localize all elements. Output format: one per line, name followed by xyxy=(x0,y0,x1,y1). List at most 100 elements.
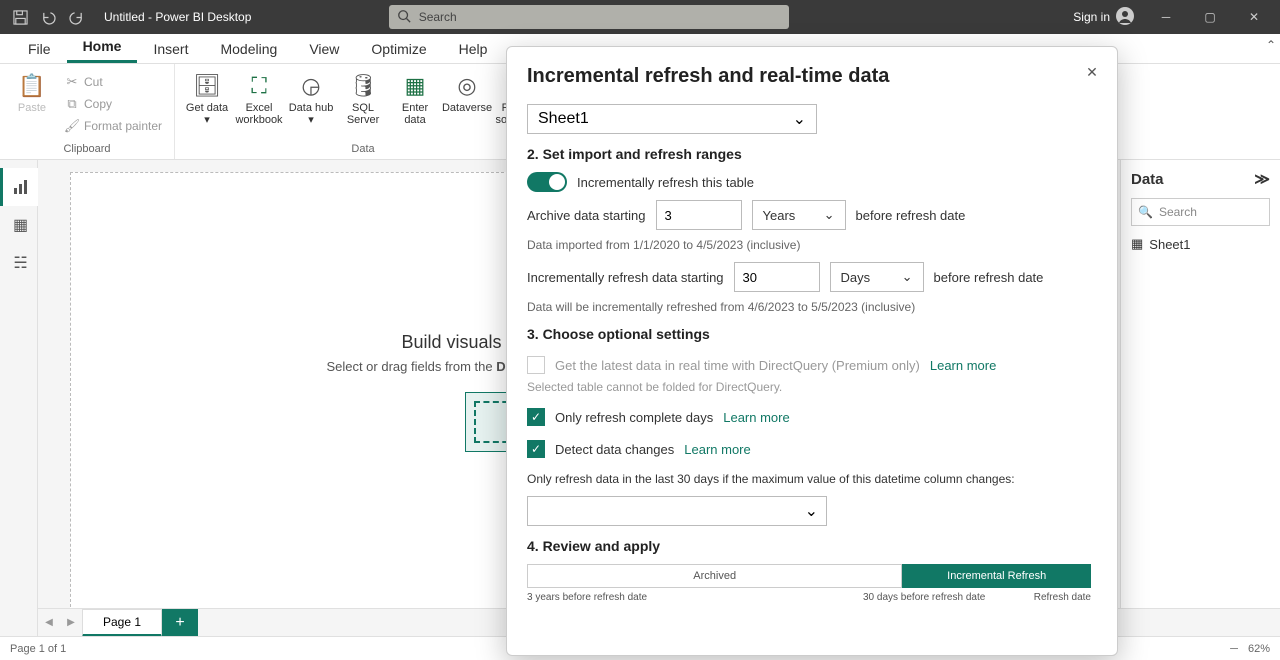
report-view-button[interactable] xyxy=(0,168,38,206)
incr-label-pre: Incrementally refresh data starting xyxy=(527,270,724,285)
copy-label: Copy xyxy=(84,97,112,111)
tab-optimize[interactable]: Optimize xyxy=(355,35,442,63)
data-hub-label: Data hub ▾ xyxy=(287,102,335,126)
timeline-label-refresh: Refresh date xyxy=(1031,592,1091,604)
clipboard-group-label: Clipboard xyxy=(63,143,110,157)
table-label: Sheet1 xyxy=(1149,237,1190,252)
incremental-refresh-dialog: ✕ Incremental refresh and real-time data… xyxy=(506,46,1118,656)
toggle-label: Incrementally refresh this table xyxy=(577,175,754,190)
get-data-button[interactable]: 🗄Get data ▾ xyxy=(183,68,231,126)
dq-disabled-note: Selected table cannot be folded for Dire… xyxy=(527,380,1091,394)
view-bar: ▦ ☵ xyxy=(0,160,38,636)
chevron-down-icon: ⌄ xyxy=(902,269,913,285)
tab-help[interactable]: Help xyxy=(443,35,504,63)
excel-label: Excel workbook xyxy=(235,102,283,126)
incr-hint: Data will be incrementally refreshed fro… xyxy=(527,300,1091,314)
incr-number-input[interactable] xyxy=(734,262,820,292)
datetime-column-select[interactable]: ⌄ xyxy=(527,496,827,526)
learn-more-detect[interactable]: Learn more xyxy=(684,442,750,457)
signin-button[interactable]: Sign in xyxy=(1063,7,1144,28)
cut-label: Cut xyxy=(84,75,103,89)
fields-search[interactable]: 🔍 Search xyxy=(1131,198,1270,226)
tab-home[interactable]: Home xyxy=(67,32,138,63)
zoom-out-button[interactable]: ─ xyxy=(1230,643,1238,655)
tab-file[interactable]: File xyxy=(12,35,67,63)
get-data-label: Get data ▾ xyxy=(183,102,231,126)
dataverse-label: Dataverse xyxy=(442,102,492,114)
signin-label: Sign in xyxy=(1073,10,1110,24)
table-selector[interactable]: Sheet1 ⌄ xyxy=(527,104,817,134)
undo-icon[interactable] xyxy=(36,5,60,29)
timeline-label-archive: 3 years before refresh date xyxy=(527,592,863,604)
sql-icon: 🛢 xyxy=(349,72,377,100)
brush-icon: 🖌 xyxy=(64,118,80,134)
format-painter-label: Format painter xyxy=(84,119,162,133)
data-pane-heading: Data xyxy=(1131,171,1164,188)
timeline-label-incr: 30 days before refresh date xyxy=(863,592,1031,604)
redo-icon[interactable] xyxy=(64,5,88,29)
close-dialog-button[interactable]: ✕ xyxy=(1081,61,1103,83)
table-sheet1[interactable]: ▦Sheet1 xyxy=(1131,236,1270,252)
save-icon[interactable] xyxy=(8,5,32,29)
minimize-button[interactable]: ─ xyxy=(1144,0,1188,34)
enter-data-button[interactable]: ▦Enter data xyxy=(391,68,439,126)
user-icon xyxy=(1116,7,1134,28)
zoom-level: 62% xyxy=(1248,643,1270,655)
maximize-button[interactable]: ▢ xyxy=(1188,0,1232,34)
section-2-title: 2. Set import and refresh ranges xyxy=(527,146,1091,162)
collapse-ribbon-icon[interactable]: ⌃ xyxy=(1266,38,1276,52)
chevron-down-icon: ⌄ xyxy=(805,501,818,521)
sql-server-button[interactable]: 🛢SQL Server xyxy=(339,68,387,126)
incremental-toggle[interactable] xyxy=(527,172,567,192)
detect-changes-checkbox[interactable]: ✓ xyxy=(527,440,545,458)
format-painter-button[interactable]: 🖌 Format painter xyxy=(60,116,166,136)
tab-insert[interactable]: Insert xyxy=(137,35,204,63)
excel-icon: ⛶ xyxy=(245,72,273,100)
cut-button[interactable]: ✂Cut xyxy=(60,72,166,92)
fields-search-placeholder: Search xyxy=(1159,205,1197,219)
archive-label-pre: Archive data starting xyxy=(527,208,646,223)
incr-label-post: before refresh date xyxy=(934,270,1044,285)
section-3-title: 3. Choose optional settings xyxy=(527,326,1091,342)
complete-days-label: Only refresh complete days xyxy=(555,410,713,425)
selected-table-label: Sheet1 xyxy=(538,110,589,128)
archive-unit-label: Years xyxy=(763,208,796,223)
chevron-down-icon: ⌄ xyxy=(824,207,835,223)
complete-days-checkbox[interactable]: ✓ xyxy=(527,408,545,426)
clipboard-icon: 📋 xyxy=(18,72,46,100)
learn-more-complete[interactable]: Learn more xyxy=(723,410,789,425)
dialog-title: Incremental refresh and real-time data xyxy=(527,65,1097,88)
learn-more-dq[interactable]: Learn more xyxy=(930,358,996,373)
archive-hint: Data imported from 1/1/2020 to 4/5/2023 … xyxy=(527,238,1091,252)
search-icon: 🔍 xyxy=(1138,205,1153,219)
data-hub-button[interactable]: ◶Data hub ▾ xyxy=(287,68,335,126)
page-indicator: Page 1 of 1 xyxy=(10,643,66,655)
detect-changes-label: Detect data changes xyxy=(555,442,674,457)
page-prev-button[interactable]: ◀ xyxy=(38,609,60,637)
paste-button[interactable]: 📋 Paste xyxy=(8,68,56,114)
copy-button[interactable]: ⧉Copy xyxy=(60,94,166,114)
expand-pane-icon[interactable]: ≫ xyxy=(1254,170,1270,188)
tab-view[interactable]: View xyxy=(293,35,355,63)
tab-modeling[interactable]: Modeling xyxy=(204,35,293,63)
model-view-button[interactable]: ☵ xyxy=(0,244,38,282)
global-search[interactable]: Search xyxy=(389,5,789,29)
add-page-button[interactable]: + xyxy=(162,609,198,637)
archive-number-input[interactable] xyxy=(656,200,742,230)
title-bar: Untitled - Power BI Desktop Search Sign … xyxy=(0,0,1280,34)
timeline-incremental: Incremental Refresh xyxy=(902,564,1091,588)
data-view-button[interactable]: ▦ xyxy=(0,206,38,244)
archive-unit-select[interactable]: Years ⌄ xyxy=(752,200,846,230)
dataverse-button[interactable]: ◎Dataverse xyxy=(443,68,491,114)
enter-data-label: Enter data xyxy=(391,102,439,126)
detect-hint: Only refresh data in the last 30 days if… xyxy=(527,472,1091,486)
database-icon: 🗄 xyxy=(193,72,221,100)
excel-workbook-button[interactable]: ⛶Excel workbook xyxy=(235,68,283,126)
close-window-button[interactable]: ✕ xyxy=(1232,0,1276,34)
sql-label: SQL Server xyxy=(339,102,387,126)
data-pane: Data ≫ 🔍 Search ▦Sheet1 xyxy=(1120,160,1280,636)
page-next-button[interactable]: ▶ xyxy=(60,609,82,637)
table-icon: ▦ xyxy=(401,72,429,100)
page-tab-1[interactable]: Page 1 xyxy=(82,609,162,637)
incr-unit-select[interactable]: Days⌄ xyxy=(830,262,924,292)
